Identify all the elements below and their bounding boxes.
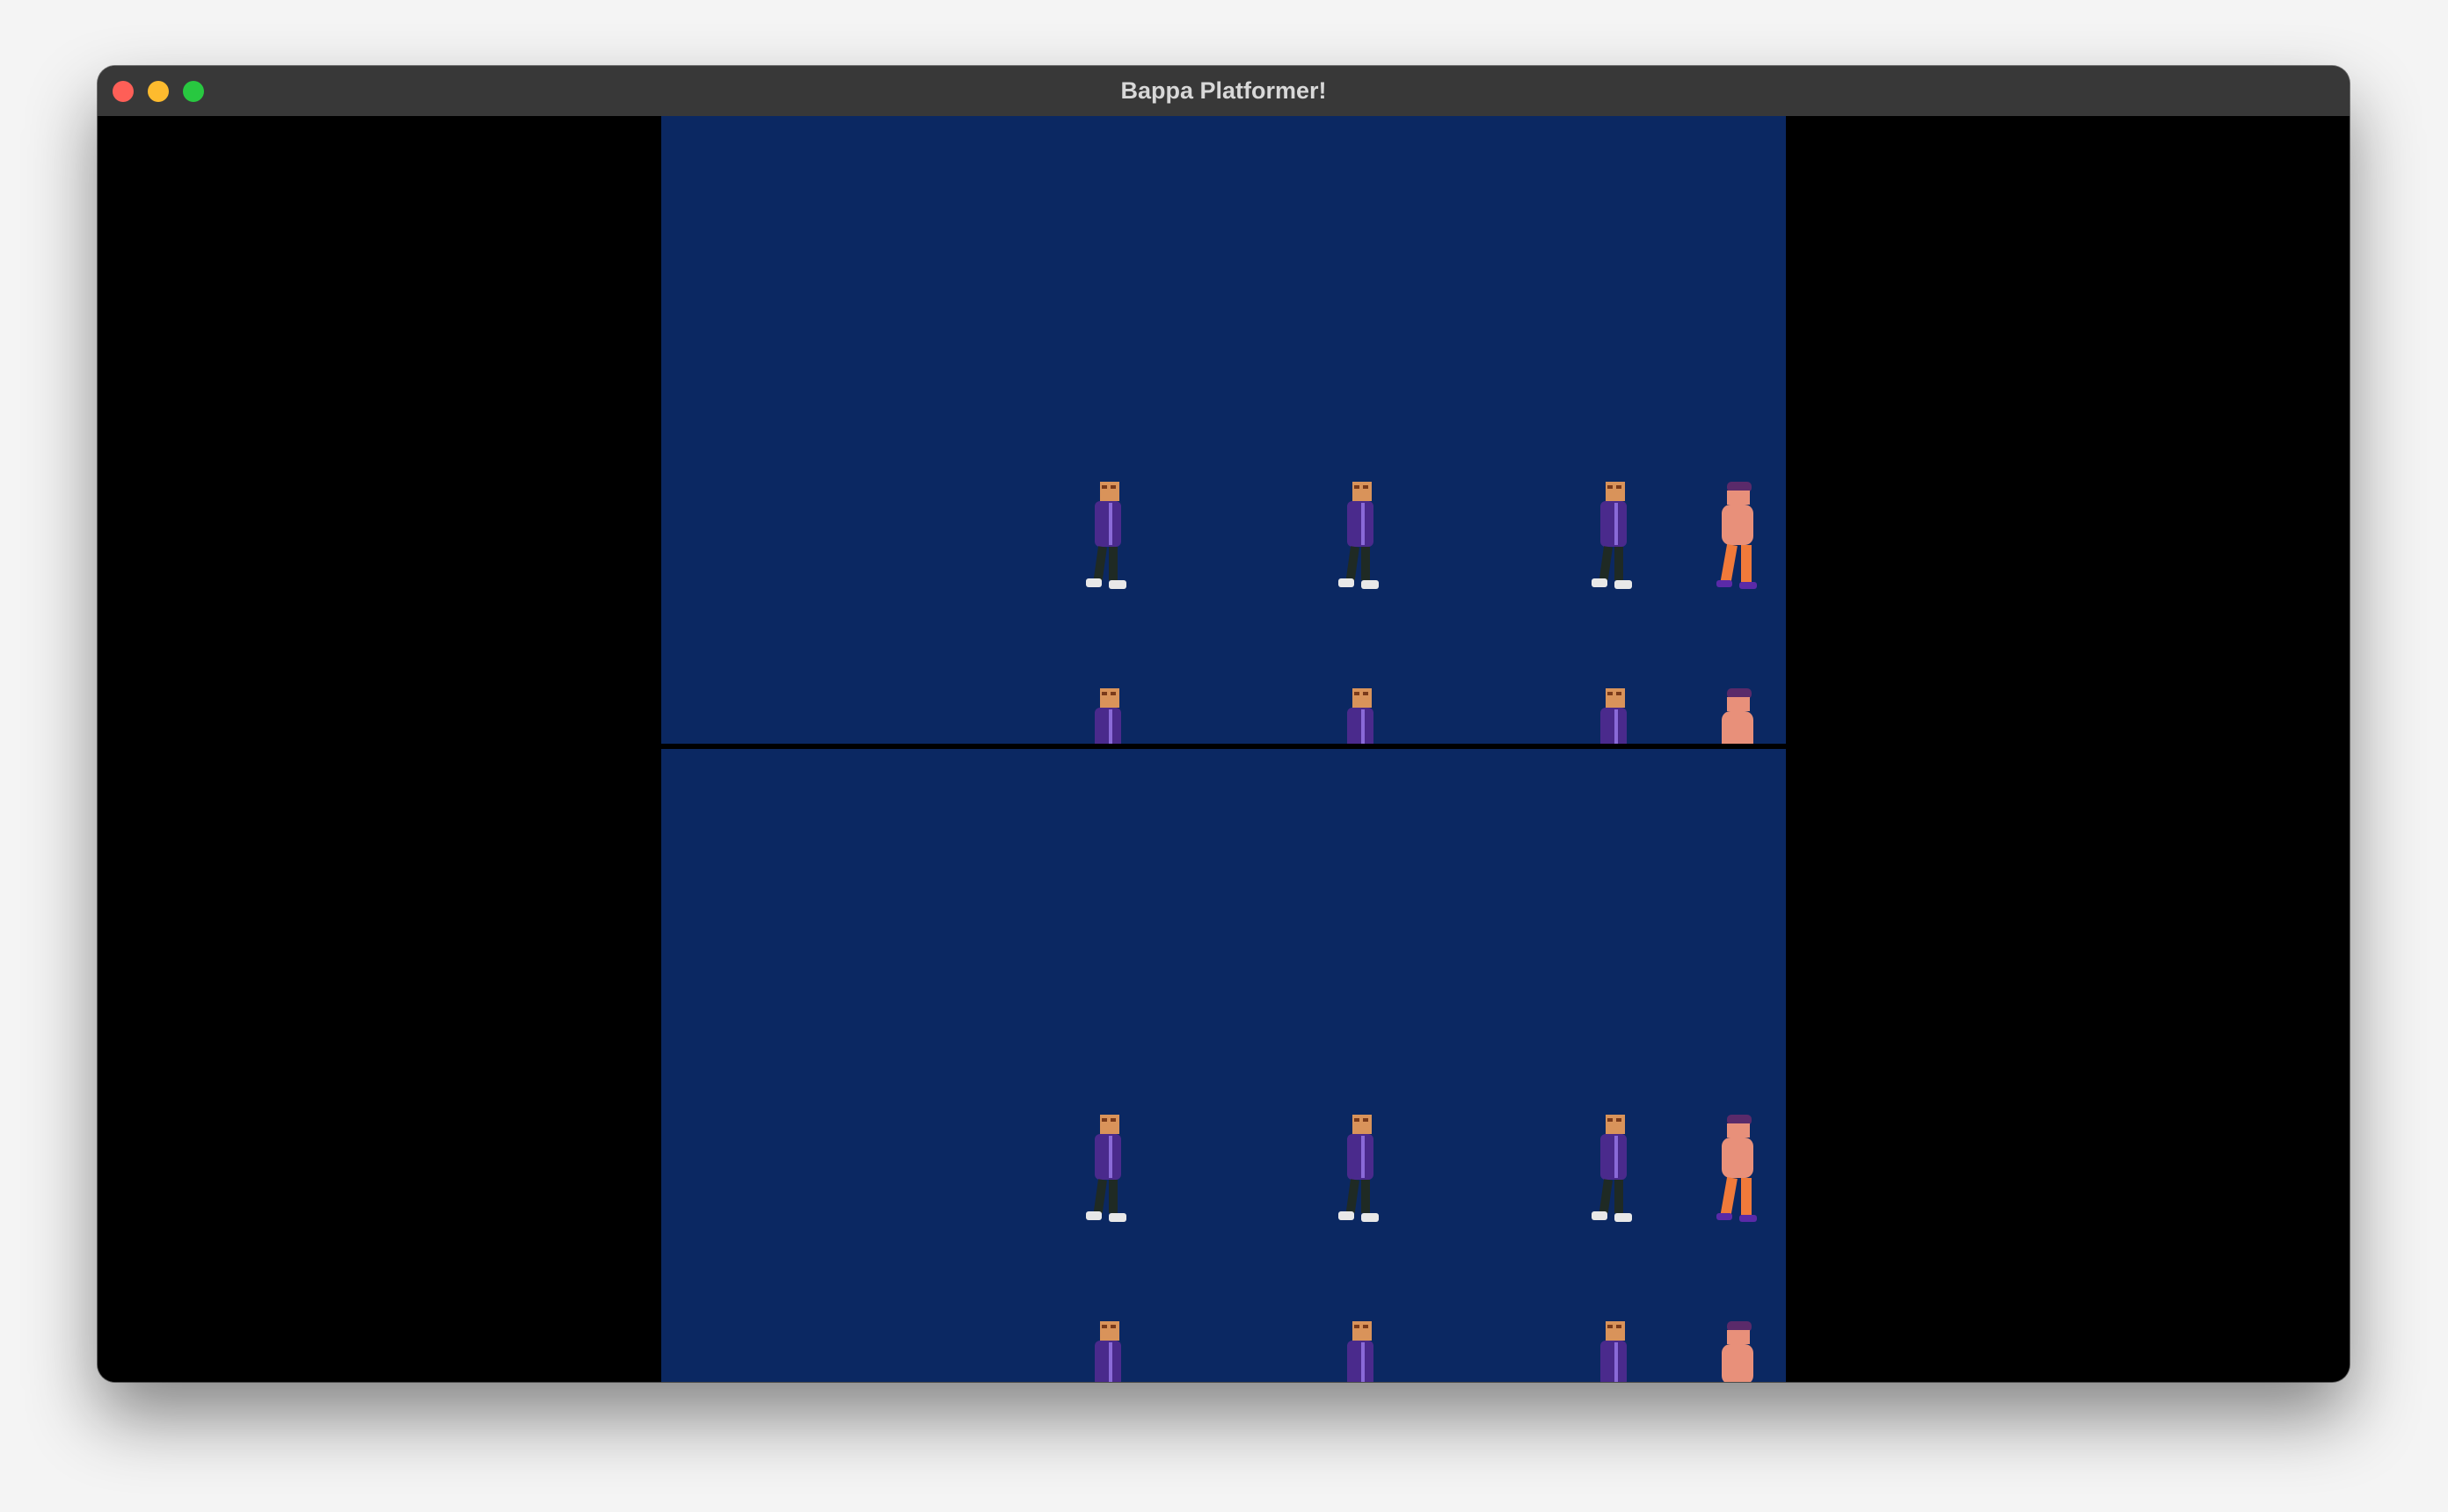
purple-character-sprite	[1082, 1321, 1132, 1382]
game-canvas[interactable]	[98, 116, 2350, 1382]
viewport-top	[661, 116, 1786, 744]
purple-character-sprite	[1335, 1115, 1384, 1225]
purple-character-sprite	[1588, 1321, 1637, 1382]
orange-character-sprite	[1713, 482, 1762, 592]
title-bar[interactable]: Bappa Platformer!	[98, 66, 2350, 117]
purple-character-sprite	[1082, 688, 1132, 744]
purple-character-sprite	[1082, 482, 1132, 592]
purple-character-sprite	[1588, 688, 1637, 744]
orange-character-sprite	[1713, 688, 1762, 744]
purple-character-sprite	[1335, 1321, 1384, 1382]
purple-character-sprite	[1335, 482, 1384, 592]
game-window: Bappa Platformer!	[98, 66, 2350, 1382]
orange-character-sprite	[1713, 1321, 1762, 1382]
purple-character-sprite	[1588, 1115, 1637, 1225]
viewport-bottom	[661, 749, 1786, 1382]
purple-character-sprite	[1082, 1115, 1132, 1225]
window-title: Bappa Platformer!	[1120, 77, 1327, 104]
purple-character-sprite	[1588, 482, 1637, 592]
orange-character-sprite	[1713, 1115, 1762, 1225]
purple-character-sprite	[1335, 688, 1384, 744]
